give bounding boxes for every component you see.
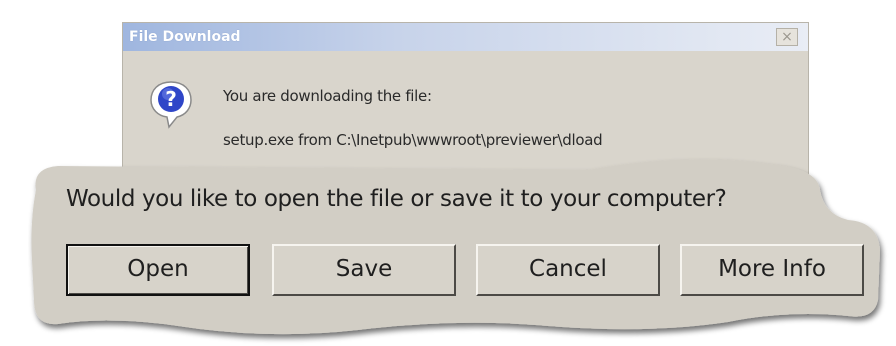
svg-text:?: ? [165, 87, 177, 111]
cancel-button[interactable]: Cancel [476, 244, 660, 296]
close-button[interactable]: × [776, 28, 798, 46]
dialog-title: File Download [129, 29, 241, 45]
download-message: You are downloading the file: [223, 87, 432, 105]
file-path-message: setup.exe from C:\Inetpub\wwwroot\previe… [223, 131, 603, 149]
save-button[interactable]: Save [272, 244, 456, 296]
open-button[interactable]: Open [66, 244, 250, 296]
close-icon: × [781, 29, 793, 45]
question-icon: ? [150, 81, 192, 129]
open-or-save-question: Would you like to open the file or save … [66, 186, 727, 212]
title-bar[interactable]: File Download × [123, 23, 808, 51]
more-info-button[interactable]: More Info [680, 244, 864, 296]
